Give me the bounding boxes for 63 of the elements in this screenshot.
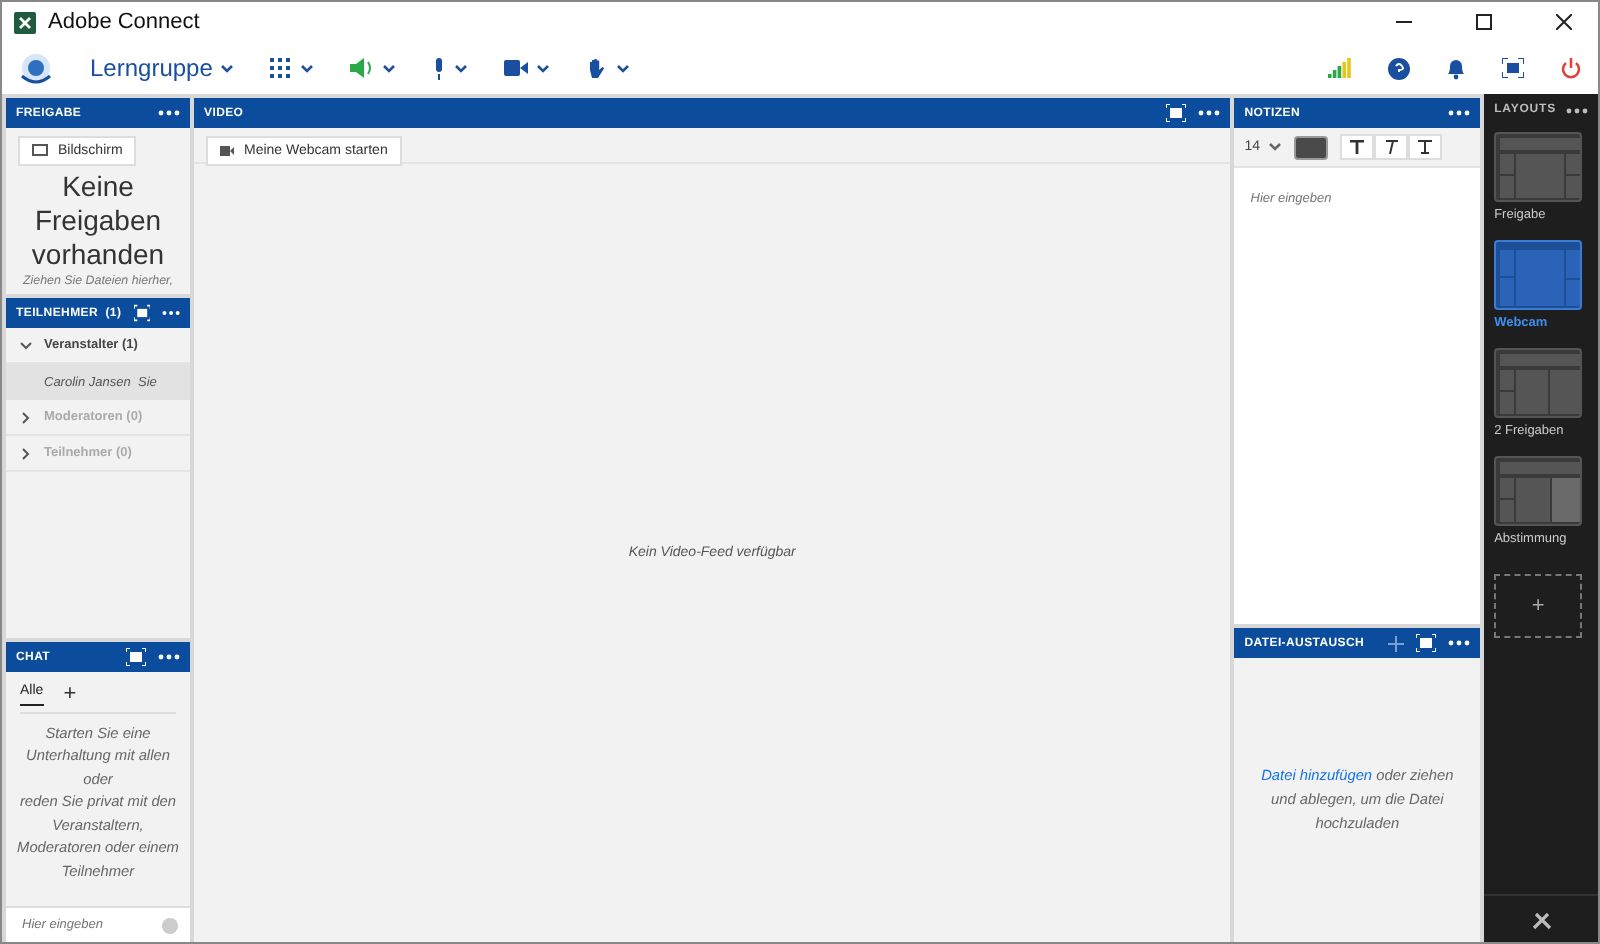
- caret-icon: [536, 63, 551, 73]
- add-tab-button[interactable]: +: [63, 682, 77, 706]
- bold-button[interactable]: [1340, 134, 1375, 160]
- help-button[interactable]: [1388, 57, 1410, 79]
- fullscreen-button[interactable]: [1502, 58, 1524, 78]
- camera-button[interactable]: [504, 60, 551, 76]
- help-icon: [1388, 57, 1410, 79]
- more-icon[interactable]: [158, 110, 180, 116]
- caret-icon: [454, 63, 469, 73]
- text-color-button[interactable]: [1294, 135, 1329, 159]
- more-icon[interactable]: [1448, 640, 1471, 646]
- more-icon[interactable]: [158, 654, 180, 660]
- microphone-button[interactable]: [432, 57, 469, 79]
- underline-button[interactable]: [1408, 134, 1443, 160]
- bold-text-icon: [1350, 140, 1365, 154]
- chevron-icon: [20, 411, 32, 423]
- chevron-icon: [20, 339, 32, 351]
- layout-thumbnail[interactable]: [1494, 456, 1583, 526]
- add-icon[interactable]: [1388, 635, 1405, 651]
- camera-icon: [220, 146, 234, 156]
- caret-icon: [616, 63, 631, 73]
- caret-icon: [300, 63, 315, 73]
- camera-icon: [504, 60, 529, 76]
- italic-text-icon: [1384, 140, 1399, 154]
- italic-button[interactable]: [1374, 134, 1409, 160]
- maximize-icon[interactable]: [133, 304, 150, 322]
- monitor-icon: [32, 144, 48, 158]
- empty-share-title: Keine Freigaben vorhanden: [29, 170, 167, 271]
- maximize-icon[interactable]: [1166, 104, 1187, 122]
- window-title: Adobe Connect: [48, 10, 202, 34]
- microphone-icon: [432, 57, 447, 79]
- hand-icon: [586, 57, 609, 79]
- notification-button[interactable]: [1446, 57, 1466, 79]
- layout-thumbnail[interactable]: [1494, 348, 1583, 418]
- more-icon[interactable]: [1566, 107, 1588, 113]
- more-icon[interactable]: [161, 310, 180, 316]
- power-button[interactable]: [1560, 57, 1582, 79]
- chevron-icon: [20, 447, 32, 459]
- apps-button[interactable]: [270, 58, 315, 78]
- plain-text-icon: [1418, 140, 1433, 154]
- grid-icon: [270, 58, 293, 78]
- bell-icon: [1446, 57, 1466, 79]
- speaker-button[interactable]: [350, 58, 397, 78]
- room-menu[interactable]: Lerngruppe: [90, 54, 235, 82]
- logo-icon: [18, 52, 54, 84]
- more-icon[interactable]: [1448, 110, 1471, 116]
- maximize-icon[interactable]: [1416, 634, 1437, 652]
- app-icon: [14, 11, 36, 33]
- signal-icon: [1328, 58, 1352, 78]
- layout-thumbnail[interactable]: [1494, 240, 1583, 310]
- fullscreen-icon: [1502, 58, 1524, 78]
- caret-icon: [382, 63, 397, 73]
- maximize-icon[interactable]: [126, 648, 146, 666]
- layout-thumbnail[interactable]: [1494, 132, 1583, 202]
- caret-icon: [220, 63, 235, 73]
- caret-icon: [1268, 142, 1283, 152]
- more-icon[interactable]: [1198, 110, 1221, 116]
- speaker-icon: [350, 58, 375, 78]
- power-icon: [1560, 57, 1582, 79]
- close-icon: [1556, 14, 1572, 30]
- add-layout-button[interactable]: +: [1494, 574, 1583, 638]
- maximize-window-icon: [1476, 14, 1492, 30]
- raise-hand-button[interactable]: [586, 57, 631, 79]
